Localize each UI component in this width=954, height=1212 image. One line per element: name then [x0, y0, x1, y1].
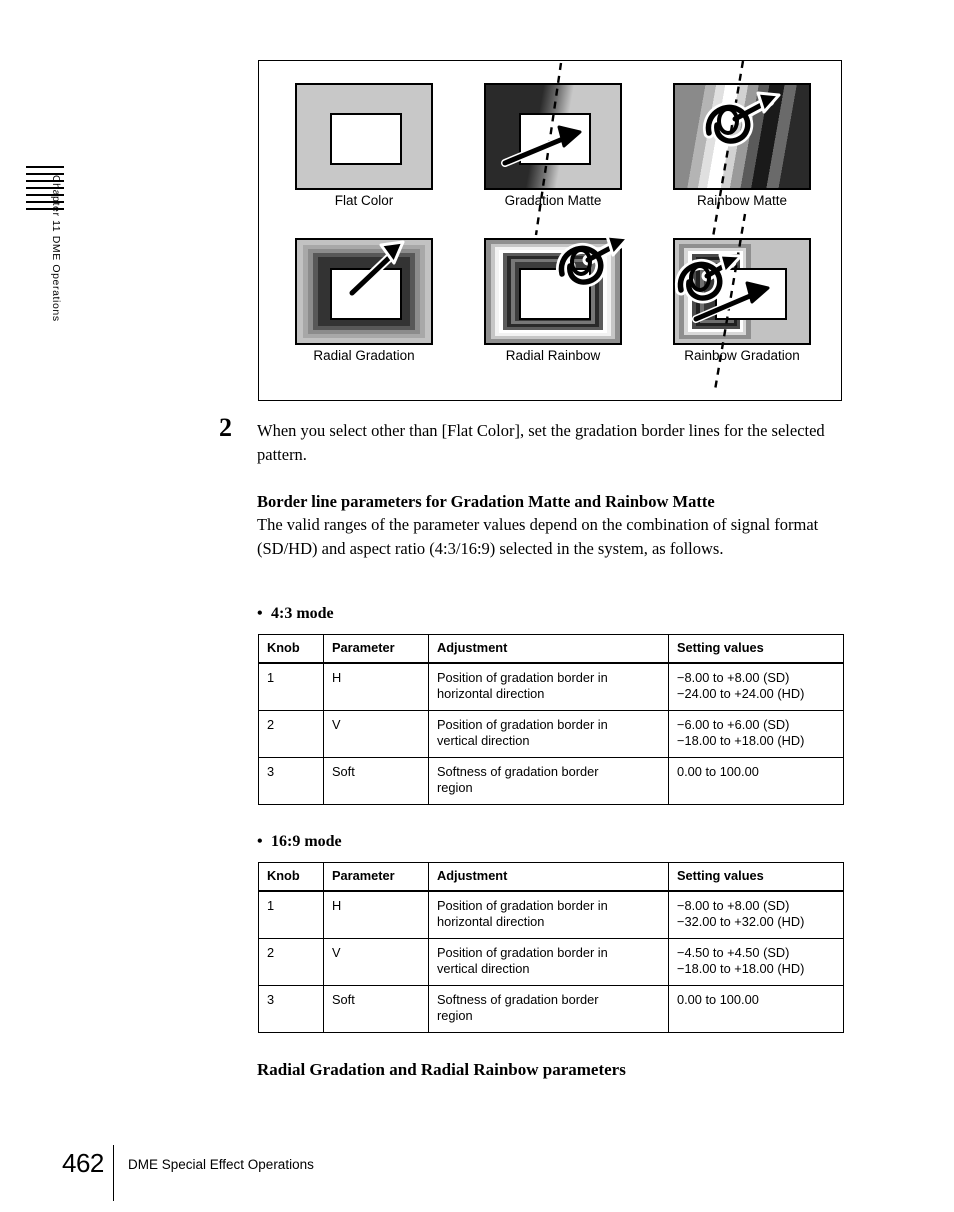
thumb-canvas — [484, 238, 622, 345]
table-row: 3 Soft Softness of gradation border regi… — [258, 984, 844, 1033]
cell-setting-values: −8.00 to +8.00 (SD) −24.00 to +24.00 (HD… — [668, 662, 844, 711]
cell-adjustment: Position of gradation border in vertical… — [428, 937, 669, 986]
cell-knob: 2 — [258, 937, 324, 986]
figure-item-rainbow-gradation: Rainbow Gradation — [647, 213, 837, 398]
cell-parameter: V — [323, 937, 429, 986]
cell-adjustment: Softness of gradation border region — [428, 984, 669, 1033]
col-header-adjustment: Adjustment — [428, 862, 669, 892]
figure-item-radial-rainbow: Radial Rainbow — [458, 234, 648, 398]
table-169-mode: Knob Parameter Adjustment Setting values… — [258, 862, 844, 1033]
figure-row-top: Flat Color Gradation Matte Rainbow Matte — [259, 60, 841, 243]
thumbnail-radial-rainbow — [484, 234, 630, 345]
inner-rect — [330, 113, 402, 165]
pattern-figure: Flat Color Gradation Matte Rainbow Matte… — [258, 60, 842, 401]
cell-parameter: V — [323, 709, 429, 758]
cell-adjustment: Softness of gradation border region — [428, 756, 669, 805]
thumbnail-flat-color — [295, 83, 433, 190]
table-header-row: Knob Parameter Adjustment Setting values — [258, 862, 844, 892]
thumbnail-rainbow-matte — [673, 60, 811, 238]
chapter-thumb-tab: Chapter 11 DME Operations — [26, 166, 72, 466]
radial-section-heading: Radial Gradation and Radial Rainbow para… — [257, 1060, 626, 1079]
table-row: 1 H Position of gradation border in hori… — [258, 662, 844, 711]
figure-item-flat-color: Flat Color — [269, 83, 459, 243]
cell-parameter: H — [323, 662, 429, 711]
cell-knob: 2 — [258, 709, 324, 758]
table-row: 2 V Position of gradation border in vert… — [258, 937, 844, 986]
thumb-canvas — [295, 238, 433, 345]
thumbnail-radial-gradation — [295, 238, 433, 345]
bullet-icon: • — [257, 833, 263, 850]
inner-rect — [715, 268, 787, 320]
bullet-icon: • — [257, 605, 263, 622]
figure-item-gradation-matte: Gradation Matte — [458, 62, 648, 243]
border-params-body: The valid ranges of the parameter values… — [257, 515, 819, 558]
table-row: 3 Soft Softness of gradation border regi… — [258, 756, 844, 805]
cell-parameter: Soft — [323, 756, 429, 805]
cell-adjustment: Position of gradation border in horizont… — [428, 890, 669, 939]
cell-adjustment: Position of gradation border in vertical… — [428, 709, 669, 758]
cell-knob: 1 — [258, 662, 324, 711]
col-header-adjustment: Adjustment — [428, 634, 669, 664]
col-header-parameter: Parameter — [323, 634, 429, 664]
table-header-row: Knob Parameter Adjustment Setting values — [258, 634, 844, 664]
border-params-heading: Border line parameters for Gradation Mat… — [257, 492, 715, 511]
figure-label: Rainbow Matte — [696, 193, 788, 208]
thumb-canvas — [295, 83, 433, 190]
thumbnail-rainbow-gradation — [673, 213, 811, 391]
step-text: When you select other than [Flat Color],… — [257, 421, 825, 464]
chapter-label: Chapter 11 DME Operations — [50, 175, 62, 322]
col-header-knob: Knob — [258, 634, 324, 664]
col-header-parameter: Parameter — [323, 862, 429, 892]
cell-parameter: Soft — [323, 984, 429, 1033]
cell-setting-values: 0.00 to 100.00 — [668, 984, 844, 1033]
figure-label: Flat Color — [334, 193, 394, 208]
mode-169-label: • 16:9 mode — [257, 833, 342, 851]
thumb-canvas — [673, 238, 811, 345]
step-number: 2 — [219, 413, 232, 442]
footer-title: DME Special Effect Operations — [128, 1157, 314, 1172]
figure-label: Gradation Matte — [504, 193, 602, 208]
figure-row-bottom: Radial Gradation Radial Rainbow Rainbow … — [259, 213, 841, 398]
col-header-setting-values: Setting values — [668, 634, 844, 664]
inner-rect — [519, 113, 591, 165]
mode-169-text: 16:9 mode — [271, 833, 342, 850]
cell-knob: 3 — [258, 984, 324, 1033]
figure-item-radial-gradation: Radial Gradation — [269, 238, 459, 398]
cell-setting-values: −4.50 to +4.50 (SD) −18.00 to +18.00 (HD… — [668, 937, 844, 986]
cell-setting-values: −8.00 to +8.00 (SD) −32.00 to +32.00 (HD… — [668, 890, 844, 939]
figure-item-rainbow-matte: Rainbow Matte — [647, 60, 837, 243]
thumb-canvas — [673, 83, 811, 190]
figure-label: Rainbow Gradation — [684, 348, 800, 363]
thumbnail-gradation-matte — [484, 62, 622, 236]
inner-rect — [330, 268, 402, 320]
cell-knob: 1 — [258, 890, 324, 939]
inner-rect — [519, 268, 591, 320]
figure-label: Radial Gradation — [313, 348, 415, 363]
col-header-setting-values: Setting values — [668, 862, 844, 892]
cell-setting-values: −6.00 to +6.00 (SD) −18.00 to +18.00 (HD… — [668, 709, 844, 758]
cell-setting-values: 0.00 to 100.00 — [668, 756, 844, 805]
cell-knob: 3 — [258, 756, 324, 805]
figure-label: Radial Rainbow — [505, 348, 601, 363]
cell-adjustment: Position of gradation border in horizont… — [428, 662, 669, 711]
thumb-canvas — [484, 83, 622, 190]
col-header-knob: Knob — [258, 862, 324, 892]
footer-divider — [113, 1145, 115, 1201]
cell-parameter: H — [323, 890, 429, 939]
table-row: 1 H Position of gradation border in hori… — [258, 890, 844, 939]
mode-43-label: • 4:3 mode — [257, 605, 334, 623]
page-number: 462 — [62, 1148, 104, 1178]
table-43-mode: Knob Parameter Adjustment Setting values… — [258, 634, 844, 805]
mode-43-text: 4:3 mode — [271, 605, 334, 622]
table-row: 2 V Position of gradation border in vert… — [258, 709, 844, 758]
